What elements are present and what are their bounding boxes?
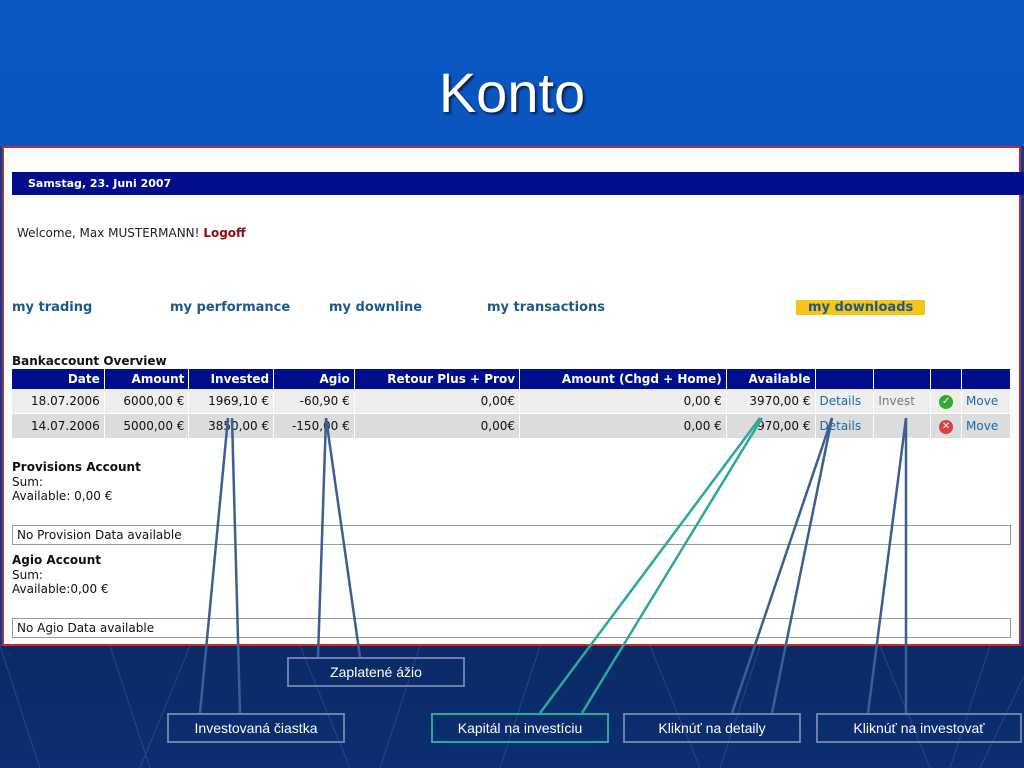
col-retour: Retour Plus + Prov [354, 369, 521, 389]
welcome-text: Welcome, Max MUSTERMANN! [17, 226, 200, 240]
cell-invested: 1969,10 € [188, 389, 275, 414]
move-link[interactable]: Move [961, 389, 1011, 414]
provisions-title: Provisions Account [12, 460, 141, 474]
logoff-link[interactable]: Logoff [203, 226, 245, 240]
col-date: Date [12, 369, 105, 389]
col-move [961, 369, 1011, 389]
cell-amount-chgd: 0,00 € [519, 389, 727, 414]
table-row: 14.07.2006 5000,00 € 3850,00 € -150,00 €… [12, 413, 1011, 439]
cell-retour: 0,00€ [354, 389, 521, 414]
footer-pattern [0, 646, 1024, 768]
callout-invested: Investovaná čiastka [167, 713, 345, 743]
table-header-row: Date Amount Invested Agio Retour Plus + … [12, 369, 1011, 389]
col-invest [873, 369, 932, 389]
details-link[interactable]: Details [815, 389, 875, 414]
col-agio: Agio [273, 369, 355, 389]
check-icon[interactable]: ✓ [939, 395, 954, 409]
date-bar: Samstag, 23. Juni 2007 [12, 172, 1024, 195]
col-amount-chgd: Amount (Chgd + Home) [519, 369, 727, 389]
callout-agio-paid: Zaplatené ážio [287, 657, 465, 687]
cell-invested: 3850,00 € [188, 413, 275, 439]
move-link[interactable]: Move [961, 413, 1011, 439]
nav-my-performance[interactable]: my performance [170, 300, 290, 315]
app-screenshot-panel: Samstag, 23. Juni 2007 Welcome, Max MUST… [2, 146, 1024, 646]
invest-link[interactable]: Invest [873, 389, 932, 414]
callout-capital: Kapitál na investíciu [431, 713, 609, 743]
slide-title: Konto [438, 61, 586, 124]
col-status [930, 369, 963, 389]
cell-retour: 0,00€ [354, 413, 521, 439]
cell-amount: 6000,00 € [104, 389, 190, 414]
provisions-available: Available: 0,00 € [12, 489, 113, 503]
nav-my-downloads[interactable]: my downloads [796, 300, 926, 315]
agio-sum: Sum: [12, 568, 43, 582]
details-link[interactable]: Details [815, 413, 875, 439]
agio-title: Agio Account [12, 553, 101, 567]
agio-nodata: No Agio Data available [12, 618, 1011, 638]
bankaccount-table: Date Amount Invested Agio Retour Plus + … [12, 369, 1011, 439]
provisions-nodata: No Provision Data available [12, 525, 1011, 545]
cell-date: 14.07.2006 [12, 413, 105, 439]
cell-agio: -60,90 € [273, 389, 355, 414]
table-row: 18.07.2006 6000,00 € 1969,10 € -60,90 € … [12, 389, 1011, 414]
callout-details: Kliknúť na detaily [623, 713, 801, 743]
nav-my-downline[interactable]: my downline [329, 300, 422, 315]
welcome-message: Welcome, Max MUSTERMANN! Logoff [17, 226, 246, 240]
nav-my-trading[interactable]: my trading [12, 300, 92, 315]
col-available: Available [726, 369, 816, 389]
slide-footer-band [0, 646, 1024, 768]
cell-amount-chgd: 0,00 € [519, 413, 727, 439]
cell-available: 3970,00 € [726, 389, 816, 414]
bankaccount-title: Bankaccount Overview [12, 354, 167, 368]
col-amount: Amount [104, 369, 190, 389]
col-details [815, 369, 875, 389]
col-invested: Invested [188, 369, 275, 389]
provisions-sum: Sum: [12, 475, 43, 489]
cell-agio: -150,00 € [273, 413, 355, 439]
nav-my-transactions[interactable]: my transactions [487, 300, 605, 315]
cell-available: 970,00 € [726, 413, 816, 439]
cell-date: 18.07.2006 [12, 389, 105, 414]
agio-available: Available:0,00 € [12, 582, 109, 596]
callout-invest: Kliknúť na investovať [816, 713, 1022, 743]
invest-link[interactable] [873, 413, 932, 439]
x-icon[interactable]: ✕ [939, 420, 954, 434]
cell-amount: 5000,00 € [104, 413, 190, 439]
